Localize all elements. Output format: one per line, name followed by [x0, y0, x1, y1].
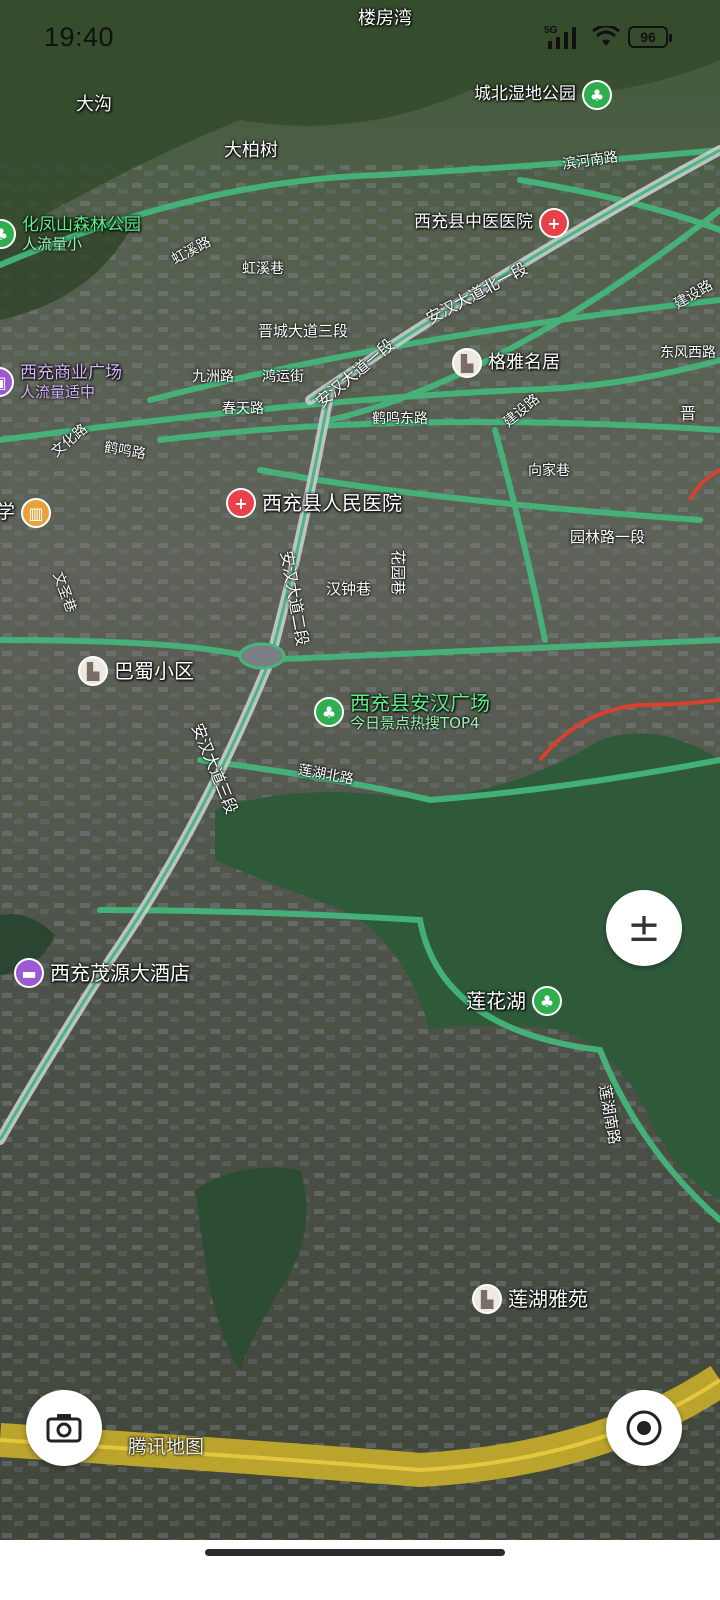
map-watermark: 腾讯地图: [128, 1436, 205, 1458]
poi-zhongyi-hospital[interactable]: 西充县中医医院 +: [414, 208, 569, 238]
hospital-icon: +: [226, 488, 256, 518]
poi-name: 西充县人民医院: [262, 490, 402, 515]
road-label-hanzhong: 汉钟巷: [326, 580, 372, 598]
map-view[interactable]: 楼房湾 大沟 大柏树 虹溪路 虹溪巷 晋城大道三段 安汉大道一段 安汉大道北一段…: [0, 0, 720, 1600]
road-label-huayuan: 花园巷: [389, 549, 408, 596]
poi-bashu-residence[interactable]: ▙ 巴蜀小区: [78, 656, 194, 686]
poi-name: 莲湖雅苑: [508, 1286, 588, 1311]
camera-button[interactable]: [26, 1390, 102, 1466]
place-label-dabaishu: 大柏树: [224, 140, 278, 161]
poi-huafengshan-park[interactable]: ♣ 化凤山森林公园 人流量小: [0, 215, 141, 253]
hospital-icon: +: [539, 208, 569, 238]
cellular-signal-icon: 5G: [544, 25, 576, 49]
road-label-chuntian: 春天路: [222, 401, 264, 417]
tree-icon: ♣: [532, 986, 562, 1016]
status-bar: 19:40 5G 96: [0, 0, 720, 80]
poi-traffic: 人流量适中: [20, 382, 96, 401]
building-icon: ▙: [78, 656, 108, 686]
poi-anhan-square[interactable]: ♣ 西充县安汉广场 今日景点热搜TOP4: [314, 692, 490, 732]
poi-name: 西充商业广场: [20, 363, 122, 383]
road-label-jin: 晋: [680, 404, 697, 423]
poi-name: 格雅名居: [488, 351, 560, 373]
book-icon: ▥: [21, 498, 52, 528]
poi-name: 西充县中医医院: [414, 212, 533, 233]
home-indicator[interactable]: [205, 1549, 505, 1556]
poi-name: 西充茂源大酒店: [50, 960, 190, 985]
poi-name: 学: [0, 501, 16, 524]
poi-maoyuan-hotel[interactable]: ▬ 西充茂源大酒店: [14, 958, 190, 988]
poi-hot-search: 今日景点热搜TOP4: [350, 714, 480, 732]
zoom-button[interactable]: ±: [606, 890, 682, 966]
road-label-yuanlin-1: 园林路一段: [570, 528, 646, 546]
poi-name: 城北湿地公园: [474, 84, 576, 105]
bed-icon: ▬: [14, 958, 44, 988]
road-label-heming-east: 鹤鸣东路: [372, 411, 428, 427]
road-label-jincheng-3: 晋城大道三段: [258, 322, 349, 340]
road-label-hongyun: 鸿运街: [262, 369, 304, 385]
road-label-hongxi-xiang: 虹溪巷: [242, 261, 284, 277]
poi-name: 化凤山森林公园: [22, 215, 141, 235]
poi-lianhu-yayuan[interactable]: ▙ 莲湖雅苑: [472, 1284, 588, 1314]
zoom-icon: ±: [627, 905, 661, 951]
place-label-dagou: 大沟: [76, 94, 112, 115]
building-icon: ▙: [472, 1284, 502, 1314]
poi-geya-residence[interactable]: ▙ 格雅名居: [452, 348, 560, 378]
poi-name: 莲花湖: [466, 988, 526, 1013]
camera-icon: [46, 1414, 82, 1443]
wifi-icon: [592, 26, 620, 46]
shopping-icon: ▣: [0, 367, 14, 398]
road-label-jiuzhou: 九洲路: [192, 369, 234, 385]
locate-icon: [626, 1410, 662, 1446]
road-label-xiangjia: 向家巷: [528, 463, 570, 479]
road-label-dongfeng-west: 东风西路: [660, 345, 716, 361]
building-icon: ▙: [452, 348, 482, 378]
locate-button[interactable]: [606, 1390, 682, 1466]
poi-traffic: 人流量小: [22, 234, 83, 253]
battery-indicator: 96: [628, 26, 672, 48]
status-icons: 5G 96: [544, 24, 672, 50]
tree-icon: ♣: [0, 219, 16, 250]
tree-icon: ♣: [582, 80, 612, 110]
poi-renmin-hospital[interactable]: + 西充县人民医院: [226, 488, 402, 518]
poi-school[interactable]: 学 ▥: [0, 498, 52, 528]
poi-chengbei-wetland-park[interactable]: 城北湿地公园 ♣: [474, 80, 612, 110]
poi-lianhua-lake[interactable]: 莲花湖 ♣: [466, 986, 562, 1016]
status-time: 19:40: [44, 22, 115, 52]
poi-name: 西充县安汉广场: [350, 691, 490, 715]
tree-icon: ♣: [314, 697, 344, 728]
svg-text:5G: 5G: [544, 25, 558, 36]
poi-shangye-plaza[interactable]: ▣ 西充商业广场 人流量适中: [0, 363, 122, 401]
poi-name: 巴蜀小区: [114, 658, 194, 683]
